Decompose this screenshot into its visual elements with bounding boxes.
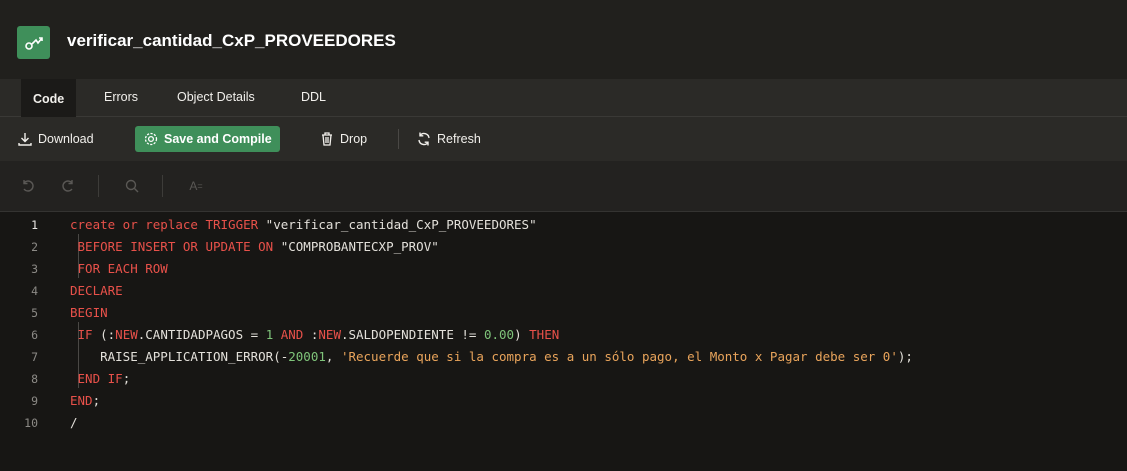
trash-icon <box>322 132 332 146</box>
line-number: 10 <box>24 416 38 430</box>
line-number: 4 <box>31 284 38 298</box>
code-token: ) <box>514 327 530 342</box>
undo-icon[interactable] <box>16 174 40 198</box>
code-token: , <box>325 349 341 364</box>
code-token: ); <box>897 349 913 364</box>
code-token: IF <box>70 327 101 342</box>
line-number: 7 <box>31 350 38 364</box>
code-token: "COMPROBANTECXP_PROV" <box>280 239 439 254</box>
code-text: create or replace TRIGGER "verificar_can… <box>70 214 537 236</box>
code-token: RAISE_APPLICATION_ERROR(- <box>70 349 289 364</box>
code-token: NEW <box>318 327 341 342</box>
trigger-icon <box>17 26 50 59</box>
code-token: .SALDOPENDIENTE != <box>340 327 484 342</box>
line-number: 2 <box>31 240 38 254</box>
tab-ddl[interactable]: DDL <box>289 79 338 116</box>
code-line[interactable]: 8 END IF; <box>0 368 1127 390</box>
tab-errors[interactable]: Errors <box>92 79 150 116</box>
download-label: Download <box>38 132 94 146</box>
code-line[interactable]: 3 FOR EACH ROW <box>0 258 1127 280</box>
save-and-compile-button[interactable]: Save and Compile <box>135 126 280 152</box>
download-icon <box>18 133 32 146</box>
tab-object-details[interactable]: Object Details <box>165 79 267 116</box>
code-text: END IF; <box>70 368 131 390</box>
code-text: RAISE_APPLICATION_ERROR(-20001, 'Recuerd… <box>70 346 913 368</box>
code-line[interactable]: 6 IF (:NEW.CANTIDADPAGOS = 1 AND :NEW.SA… <box>0 324 1127 346</box>
code-token: 0.00 <box>483 327 515 342</box>
code-line[interactable]: 10 / <box>0 412 1127 434</box>
line-number: 9 <box>31 394 38 408</box>
editor-toolbar-divider <box>98 175 99 197</box>
download-button[interactable]: Download <box>11 126 100 152</box>
code-editor[interactable]: 1 create or replace TRIGGER "verificar_ca… <box>0 212 1127 471</box>
code-text: FOR EACH ROW <box>70 258 168 280</box>
code-line[interactable]: 5 BEGIN <box>0 302 1127 324</box>
code-line[interactable]: 1 create or replace TRIGGER "verificar_ca… <box>0 214 1127 236</box>
code-line[interactable]: 2 BEFORE INSERT OR UPDATE ON "COMPROBANT… <box>0 236 1127 258</box>
line-number: 3 <box>31 262 38 276</box>
code-line[interactable]: 4 DECLARE <box>0 280 1127 302</box>
code-token: ; <box>122 371 131 386</box>
refresh-button[interactable]: Refresh <box>410 126 487 152</box>
save-and-compile-label: Save and Compile <box>164 132 272 146</box>
search-icon[interactable] <box>120 174 144 198</box>
code-token: THEN <box>529 327 560 342</box>
text-size-icon[interactable]: A = <box>184 174 208 198</box>
tab-code[interactable]: Code <box>21 79 77 118</box>
code-token: 20001 <box>288 349 326 364</box>
title-bar: verificar_cantidad_CxP_PROVEEDORES <box>0 0 1127 79</box>
code-token: 'Recuerde que si la compra es a un sólo … <box>340 349 898 364</box>
code-token: "verificar_cantidad_CxP_PROVEEDORES" <box>265 217 537 232</box>
code-line[interactable]: 9 END; <box>0 390 1127 412</box>
code-token: ; <box>92 393 101 408</box>
code-token: BEGIN <box>70 305 108 320</box>
editor-toolbar-divider <box>162 175 163 197</box>
toolbar: Download Save and Compile Drop Refresh <box>0 117 1127 161</box>
code-token: END <box>70 393 93 408</box>
code-token: / <box>70 415 78 430</box>
redo-icon[interactable] <box>56 174 80 198</box>
line-number: 1 <box>31 218 38 232</box>
code-token: END IF <box>70 371 123 386</box>
line-number: 8 <box>31 372 38 386</box>
refresh-label: Refresh <box>437 132 481 146</box>
drop-label: Drop <box>340 132 368 146</box>
code-token: create or replace TRIGGER <box>70 217 266 232</box>
page-title: verificar_cantidad_CxP_PROVEEDORES <box>67 31 396 50</box>
line-number: 5 <box>31 306 38 320</box>
code-text: BEGIN <box>70 302 108 324</box>
code-text: DECLARE <box>70 280 123 302</box>
line-number: 6 <box>31 328 38 342</box>
code-token: BEFORE INSERT OR UPDATE ON <box>70 239 281 254</box>
code-text: BEFORE INSERT OR UPDATE ON "COMPROBANTEC… <box>70 236 439 258</box>
code-text: / <box>70 412 78 434</box>
code-token: (: <box>100 327 116 342</box>
code-text: IF (:NEW.CANTIDADPAGOS = 1 AND :NEW.SALD… <box>70 324 560 346</box>
refresh-icon <box>418 132 430 146</box>
editor-toolbar: A = <box>0 161 1127 212</box>
drop-button[interactable]: Drop <box>313 126 373 152</box>
code-token: .CANTIDADPAGOS = <box>137 327 266 342</box>
code-token: FOR EACH ROW <box>70 261 168 276</box>
code-text: END; <box>70 390 100 412</box>
code-token: DECLARE <box>70 283 123 298</box>
code-line[interactable]: 7 RAISE_APPLICATION_ERROR(-20001, 'Recue… <box>0 346 1127 368</box>
tab-bar: Code Errors Object Details DDL <box>0 79 1127 118</box>
toolbar-divider <box>398 129 399 149</box>
code-token: AND <box>273 327 311 342</box>
gear-icon <box>144 132 158 146</box>
code-token: NEW <box>115 327 138 342</box>
